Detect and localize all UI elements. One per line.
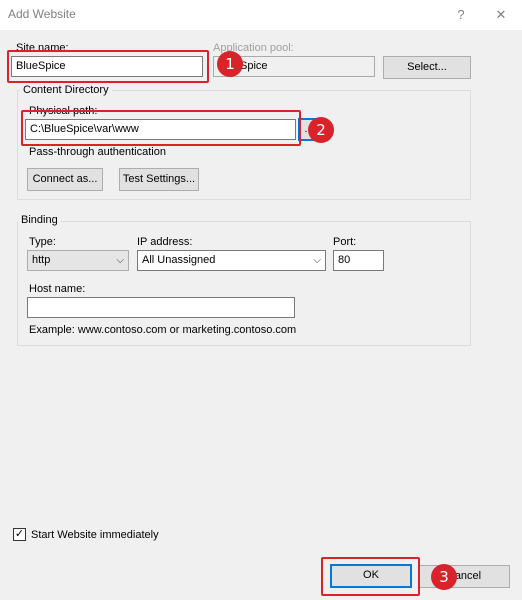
- ip-address-label: IP address:: [137, 236, 193, 248]
- chevron-down-icon: ⌵: [313, 255, 321, 266]
- annotation-box-1: [7, 50, 209, 83]
- annotation-box-3: [321, 557, 420, 596]
- close-button[interactable]: ✕: [486, 4, 516, 26]
- host-name-label: Host name:: [29, 283, 86, 295]
- type-label: Type:: [29, 236, 56, 248]
- chevron-down-icon: ⌵: [116, 255, 124, 266]
- select-pool-button[interactable]: Select...: [383, 56, 471, 79]
- binding-title: Binding: [18, 214, 61, 226]
- port-input[interactable]: 80: [333, 250, 384, 271]
- help-button[interactable]: ?: [446, 4, 476, 26]
- passthrough-label: Pass-through authentication: [29, 146, 166, 158]
- port-label: Port:: [333, 236, 357, 248]
- start-website-checkbox[interactable]: ✓: [13, 528, 26, 541]
- title-bar: [0, 0, 522, 30]
- start-website-label: Start Website immediately: [31, 529, 159, 541]
- test-settings-button[interactable]: Test Settings...: [119, 168, 199, 191]
- example-text: Example: www.contoso.com or marketing.co…: [29, 324, 297, 336]
- type-select-value: http: [32, 254, 51, 266]
- step-2-badge: 2: [308, 117, 334, 143]
- step-3-badge: 3: [431, 564, 457, 590]
- step-1-badge: 1: [217, 51, 243, 77]
- ip-address-select[interactable]: All Unassigned ⌵: [137, 250, 326, 271]
- window-title: Add Website: [8, 7, 76, 21]
- type-select[interactable]: http ⌵: [27, 250, 129, 271]
- content-directory-title: Content Directory: [20, 84, 112, 96]
- host-name-input[interactable]: [27, 297, 295, 318]
- connect-as-button[interactable]: Connect as...: [27, 168, 103, 191]
- annotation-box-2: [21, 110, 301, 146]
- ip-address-value: All Unassigned: [142, 254, 216, 266]
